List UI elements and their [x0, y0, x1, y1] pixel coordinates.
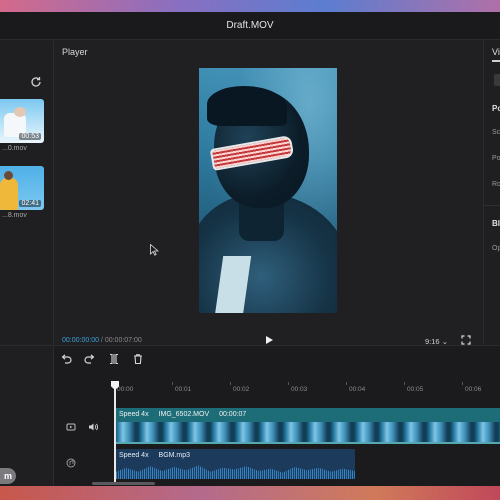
playhead-line[interactable]	[114, 382, 116, 485]
audio-track-icon	[66, 458, 76, 468]
video-clip-duration: 00:00:07	[219, 411, 247, 418]
split-icon[interactable]	[108, 353, 120, 365]
cursor-icon	[150, 244, 159, 256]
window-title: Draft.MOV	[226, 20, 274, 31]
ruler-tick: 00:03	[291, 386, 308, 393]
volume-icon[interactable]	[88, 422, 98, 432]
inspector-label-rotation: Ro	[492, 181, 500, 188]
inspector-label-position: Po	[492, 155, 500, 162]
background-gradient-bottom	[0, 486, 500, 500]
app-logo-text: m	[3, 471, 12, 481]
audio-clip-name: BGM.mp3	[158, 452, 191, 459]
inspector-panel: Vi Po Sc Po Ro Bl Op	[483, 41, 500, 344]
ruler-mark	[230, 382, 231, 385]
refresh-icon[interactable]	[30, 76, 42, 88]
video-clip-name: IMG_6502.MOV	[158, 411, 210, 418]
timeline-ruler[interactable]: 00:00 00:01 00:02 00:03 00:04 00:05 00:0…	[114, 382, 500, 394]
video-clip-edge	[114, 442, 500, 444]
app-logo: m	[0, 468, 16, 484]
inspector-label-opacity: Op	[492, 245, 500, 252]
inspector-toggle[interactable]	[494, 74, 500, 86]
inspector-divider	[484, 205, 500, 206]
timeline-toolbar	[60, 352, 144, 366]
audio-clip[interactable]: Speed 4x BGM.mp3	[114, 449, 355, 479]
video-track-icon	[66, 423, 76, 431]
ruler-mark	[404, 382, 405, 385]
media-duration: 00:53	[19, 133, 41, 140]
inspector-section-position: Po	[492, 104, 500, 113]
editor-window: Draft.MOV 00:53 ...0.mov 02:41 ...8.mov …	[0, 12, 500, 487]
player-label: Player	[62, 47, 88, 57]
ruler-mark	[462, 382, 463, 385]
fullscreen-icon[interactable]	[461, 335, 471, 345]
ruler-tick: 00:01	[175, 386, 192, 393]
tab-underline	[492, 60, 500, 62]
timeline-scrollbar[interactable]	[92, 482, 155, 485]
ruler-tick: 00:02	[233, 386, 250, 393]
audio-clip-info: Speed 4x BGM.mp3	[119, 452, 198, 459]
media-duration: 02:41	[19, 200, 41, 207]
ruler-tick: 00:05	[407, 386, 424, 393]
total-time: 00:00:07:00	[104, 337, 142, 344]
title-bar: Draft.MOV	[0, 12, 500, 40]
redo-icon[interactable]	[84, 353, 96, 365]
ruler-mark	[288, 382, 289, 385]
preview-figure-cap	[207, 86, 287, 126]
inspector-section-blend: Bl	[492, 219, 500, 228]
undo-icon[interactable]	[60, 353, 72, 365]
media-filename: ...8.mov	[2, 212, 27, 219]
ruler-tick: 00:06	[465, 386, 482, 393]
media-filename: ...0.mov	[2, 145, 27, 152]
video-clip[interactable]: Speed 4x IMG_6502.MOV 00:00:07	[114, 408, 500, 444]
ruler-tick: 00:00	[117, 386, 134, 393]
media-panel: 00:53 ...0.mov 02:41 ...8.mov	[0, 41, 54, 344]
ruler-tick: 00:04	[349, 386, 366, 393]
media-thumbnail[interactable]: 00:53	[0, 99, 44, 143]
timeline-track-headers	[0, 346, 54, 487]
media-thumbnail[interactable]: 02:41	[0, 166, 44, 210]
background-gradient-top	[0, 0, 500, 12]
audio-clip-speed: Speed 4x	[119, 452, 149, 459]
ruler-mark	[172, 382, 173, 385]
timeline-panel: 00:00 00:01 00:02 00:03 00:04 00:05 00:0…	[0, 345, 500, 487]
inspector-tab-video[interactable]: Vi	[492, 47, 500, 57]
current-time: 00:00:00:00	[62, 337, 99, 344]
video-preview[interactable]	[199, 68, 337, 313]
video-clip-info: Speed 4x IMG_6502.MOV 00:00:07	[119, 411, 254, 418]
video-clip-speed: Speed 4x	[119, 411, 149, 418]
player-panel: Player 00:00:00:00 / 00:00:07:00 9:16 ⌄	[55, 41, 483, 346]
ruler-mark	[346, 382, 347, 385]
video-clip-filmstrip	[114, 422, 500, 442]
timecode-display: 00:00:00:00 / 00:00:07:00	[62, 337, 142, 344]
delete-icon[interactable]	[132, 353, 144, 365]
audio-waveform	[114, 465, 355, 479]
inspector-label-scale: Sc	[492, 129, 500, 136]
play-icon[interactable]	[264, 335, 274, 345]
